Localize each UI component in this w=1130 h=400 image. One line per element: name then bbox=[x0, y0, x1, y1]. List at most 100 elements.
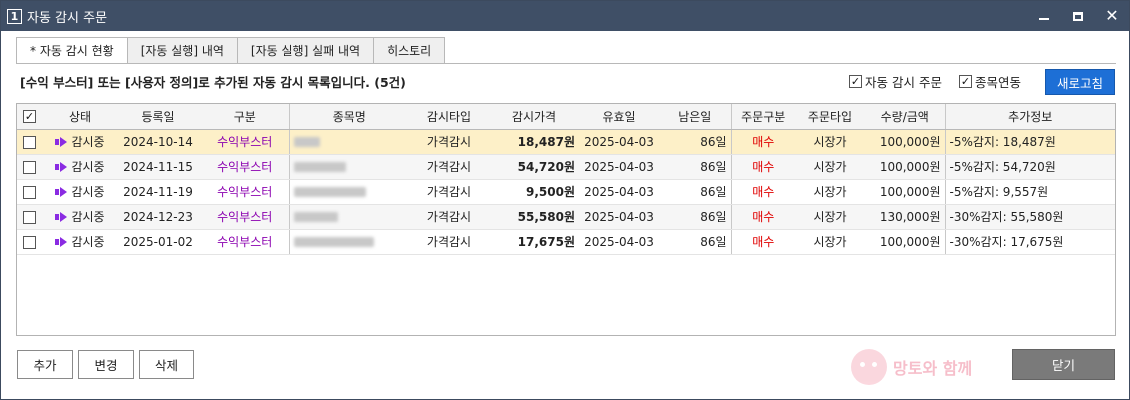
stock-link-checkbox[interactable]: ✓ bbox=[959, 75, 972, 88]
status-text: 감시중 bbox=[71, 185, 105, 199]
monitor-price-cell: 55,580원 bbox=[489, 204, 579, 230]
minimize-button[interactable] bbox=[1027, 1, 1061, 31]
close-window-button[interactable]: ✕ bbox=[1095, 1, 1129, 31]
row-checkbox[interactable]: ✓ bbox=[23, 160, 36, 174]
watching-arrow-icon bbox=[55, 136, 68, 147]
valid-date-cell: 2025-04-03 bbox=[579, 204, 659, 230]
remaining-cell: 86일 bbox=[659, 129, 732, 155]
auto-order-option[interactable]: ✓ 자동 감시 주문 bbox=[849, 72, 942, 91]
remaining-cell: 86일 bbox=[659, 154, 732, 180]
date-cell: 2024-11-15 bbox=[115, 154, 201, 180]
header-monitor-type[interactable]: 감시타입 bbox=[409, 104, 489, 130]
monitor-price-cell: 18,487원 bbox=[489, 129, 579, 155]
order-type-cell: 시장가 bbox=[795, 154, 865, 180]
watermark-cat-icon bbox=[851, 349, 887, 385]
status-cell: 감시중 bbox=[45, 229, 115, 255]
tab-auto-exec-history[interactable]: [자동 실행] 내역 bbox=[127, 37, 238, 64]
delete-button[interactable]: 삭제 bbox=[139, 350, 194, 379]
header-remaining[interactable]: 남은일 bbox=[659, 104, 732, 130]
watching-arrow-icon bbox=[55, 186, 68, 197]
header-quantity[interactable]: 수량/금액 bbox=[865, 104, 946, 130]
header-date[interactable]: 등록일 bbox=[115, 104, 201, 130]
header-order-side[interactable]: 주문구분 bbox=[731, 104, 795, 130]
quantity-cell: 100,000원 bbox=[865, 229, 946, 255]
tab-history[interactable]: 히스토리 bbox=[374, 37, 446, 64]
header-order-type[interactable]: 주문타입 bbox=[795, 104, 865, 130]
stock-name-cell bbox=[289, 129, 409, 155]
close-icon: ✕ bbox=[1105, 6, 1119, 25]
tab-bar: * 자동 감시 현황 [자동 실행] 내역 [자동 실행] 실패 내역 히스토리 bbox=[16, 37, 446, 64]
header-valid-date[interactable]: 유효일 bbox=[579, 104, 659, 130]
status-text: 감시중 bbox=[71, 135, 105, 149]
redacted-stock-name bbox=[293, 187, 366, 197]
row-checkbox-cell[interactable]: ✓ bbox=[17, 129, 45, 155]
watching-arrow-icon bbox=[55, 211, 68, 222]
table-row[interactable]: ✓ 감시중 2024-12-23 수익부스터 가격감시 55,580원 2025… bbox=[17, 204, 1115, 230]
category-cell: 수익부스터 bbox=[201, 204, 290, 230]
status-cell: 감시중 bbox=[45, 204, 115, 230]
redacted-stock-name bbox=[293, 137, 320, 147]
row-checkbox-cell[interactable]: ✓ bbox=[17, 154, 45, 180]
quantity-cell: 100,000원 bbox=[865, 154, 946, 180]
header-monitor-price[interactable]: 감시가격 bbox=[489, 104, 579, 130]
select-all-header[interactable]: ✓ bbox=[17, 104, 45, 130]
header-stock-name[interactable]: 종목명 bbox=[289, 104, 409, 130]
auto-order-checkbox[interactable]: ✓ bbox=[849, 75, 862, 88]
status-cell: 감시중 bbox=[45, 154, 115, 180]
stock-name-cell bbox=[289, 229, 409, 255]
category-cell: 수익부스터 bbox=[201, 129, 290, 155]
header-category[interactable]: 구분 bbox=[201, 104, 290, 130]
stock-link-option[interactable]: ✓ 종목연동 bbox=[959, 72, 1021, 91]
redacted-stock-name bbox=[293, 237, 374, 247]
maximize-button[interactable] bbox=[1061, 1, 1095, 31]
table-row[interactable]: ✓ 감시중 2024-11-15 수익부스터 가격감시 54,720원 2025… bbox=[17, 154, 1115, 180]
row-checkbox[interactable]: ✓ bbox=[23, 135, 36, 149]
select-all-checkbox[interactable]: ✓ bbox=[23, 110, 36, 124]
watching-arrow-icon bbox=[55, 236, 68, 247]
row-checkbox-cell[interactable]: ✓ bbox=[17, 179, 45, 205]
stock-name-cell bbox=[289, 179, 409, 205]
table-row[interactable]: ✓ 감시중 2024-10-14 수익부스터 가격감시 18,487원 2025… bbox=[17, 129, 1115, 155]
valid-date-cell: 2025-04-03 bbox=[579, 179, 659, 205]
order-side-cell: 매수 bbox=[731, 129, 795, 155]
monitor-type-cell: 가격감시 bbox=[409, 179, 489, 205]
tab-auto-exec-failures[interactable]: [자동 실행] 실패 내역 bbox=[237, 37, 375, 64]
header-status[interactable]: 상태 bbox=[45, 104, 115, 130]
order-type-cell: 시장가 bbox=[795, 129, 865, 155]
watermark-text: 망토와 함께 bbox=[893, 359, 973, 378]
valid-date-cell: 2025-04-03 bbox=[579, 154, 659, 180]
row-checkbox-cell[interactable]: ✓ bbox=[17, 204, 45, 230]
redacted-stock-name bbox=[293, 162, 346, 172]
valid-date-cell: 2025-04-03 bbox=[579, 229, 659, 255]
close-button[interactable]: 닫기 bbox=[1012, 349, 1115, 380]
category-cell: 수익부스터 bbox=[201, 179, 290, 205]
remaining-cell: 86일 bbox=[659, 179, 732, 205]
extra-info-cell: -30%감지: 17,675원 bbox=[945, 229, 1115, 255]
add-button[interactable]: 추가 bbox=[17, 350, 73, 379]
order-type-cell: 시장가 bbox=[795, 229, 865, 255]
status-text: 감시중 bbox=[71, 210, 105, 224]
table-row[interactable]: ✓ 감시중 2024-11-19 수익부스터 가격감시 9,500원 2025-… bbox=[17, 179, 1115, 205]
status-text: 감시중 bbox=[71, 160, 105, 174]
monitor-price-cell: 9,500원 bbox=[489, 179, 579, 205]
row-checkbox[interactable]: ✓ bbox=[23, 235, 36, 249]
minimize-icon bbox=[1039, 18, 1049, 20]
redacted-stock-name bbox=[293, 212, 338, 222]
date-cell: 2024-10-14 bbox=[115, 129, 201, 155]
row-checkbox[interactable]: ✓ bbox=[23, 185, 36, 199]
status-cell: 감시중 bbox=[45, 179, 115, 205]
remaining-cell: 86일 bbox=[659, 204, 732, 230]
title-bar[interactable]: 1 자동 감시 주문 ✕ bbox=[1, 1, 1129, 31]
tab-divider bbox=[16, 63, 1116, 64]
table-row[interactable]: ✓ 감시중 2025-01-02 수익부스터 가격감시 17,675원 2025… bbox=[17, 229, 1115, 255]
row-checkbox[interactable]: ✓ bbox=[23, 210, 36, 224]
auto-monitor-order-window: 1 자동 감시 주문 ✕ * 자동 감시 현황 [자동 실행] 내역 [자동 실… bbox=[0, 0, 1130, 400]
tab-auto-monitor-status[interactable]: * 자동 감시 현황 bbox=[16, 37, 128, 64]
stock-name-cell bbox=[289, 154, 409, 180]
edit-button[interactable]: 변경 bbox=[78, 350, 134, 379]
monitor-type-cell: 가격감시 bbox=[409, 229, 489, 255]
order-type-cell: 시장가 bbox=[795, 204, 865, 230]
refresh-button[interactable]: 새로고침 bbox=[1045, 69, 1115, 95]
header-extra-info[interactable]: 추가정보 bbox=[945, 104, 1115, 130]
row-checkbox-cell[interactable]: ✓ bbox=[17, 229, 45, 255]
